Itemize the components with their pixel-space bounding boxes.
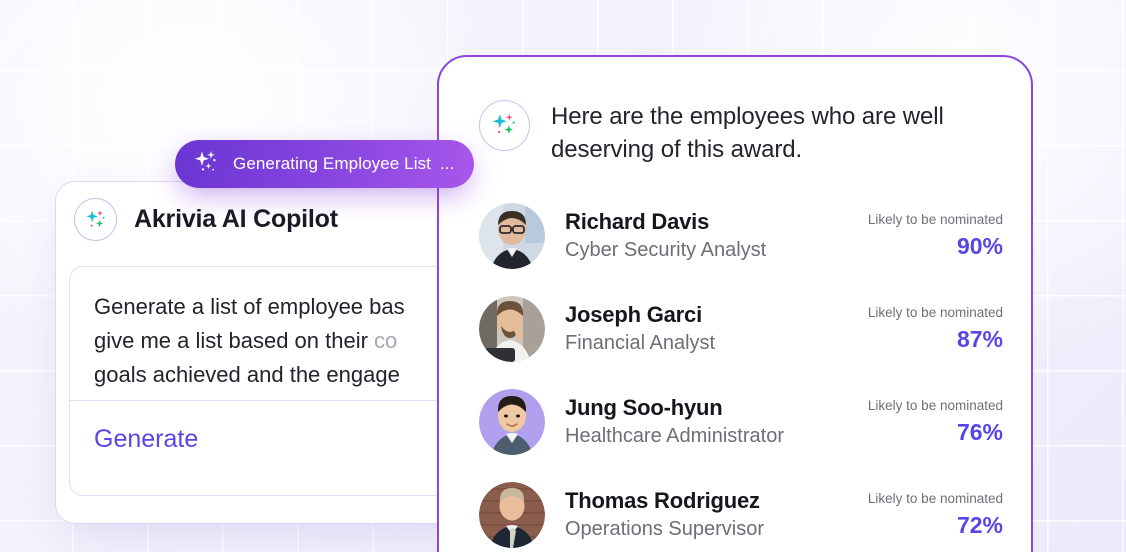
employee-info: Joseph Garci Financial Analyst	[565, 301, 823, 357]
sparkle-icon	[479, 100, 530, 151]
list-item[interactable]: Richard Davis Cyber Security Analyst Lik…	[439, 189, 1031, 282]
employee-role: Healthcare Administrator	[565, 424, 784, 447]
page-title: Akrivia AI Copilot	[134, 205, 338, 233]
employee-name: Jung Soo-hyun	[565, 394, 723, 420]
employee-name: Joseph Garci	[565, 301, 702, 327]
score-value: 72%	[956, 511, 1003, 538]
score-value: 76%	[956, 418, 1003, 445]
generate-button[interactable]: Generate	[94, 425, 198, 454]
employee-role: Financial Analyst	[565, 331, 716, 354]
employee-score: Likely to be nominated 76%	[823, 397, 1003, 447]
score-label: Likely to be nominated	[867, 211, 1003, 227]
screenshot-stage: Akrivia AI Copilot Generate a list of em…	[0, 0, 1126, 552]
employee-name: Thomas Rodriguez	[565, 487, 760, 513]
prompt-line-2-dim: co	[374, 328, 398, 353]
avatar	[479, 481, 545, 548]
prompt-line-2: give me a list based on their	[94, 328, 375, 353]
score-label: Likely to be nominated	[867, 304, 1003, 320]
list-item[interactable]: Jung Soo-hyun Healthcare Administrator L…	[439, 375, 1031, 468]
avatar	[479, 295, 545, 362]
prompt-line-3: goals achieved and the engage	[94, 362, 400, 387]
score-label: Likely to be nominated	[867, 397, 1003, 413]
pill-ellipsis: ...	[440, 154, 455, 173]
score-value: 87%	[956, 325, 1003, 352]
employee-info: Richard Davis Cyber Security Analyst	[565, 208, 823, 264]
sparkle-icon	[74, 198, 117, 241]
answer-text: Here are the employees who are well dese…	[551, 103, 944, 163]
avatar	[479, 388, 545, 455]
avatar	[479, 202, 545, 269]
employee-score: Likely to be nominated 87%	[823, 304, 1003, 354]
employee-score: Likely to be nominated 72%	[823, 490, 1003, 540]
employee-name: Richard Davis	[565, 208, 710, 234]
sparkle-icon	[192, 148, 220, 181]
pill-label: Generating Employee List	[233, 154, 432, 173]
employee-role: Cyber Security Analyst	[565, 238, 767, 261]
employee-score: Likely to be nominated 90%	[823, 211, 1003, 261]
score-value: 90%	[956, 232, 1003, 259]
employee-info: Thomas Rodriguez Operations Supervisor	[565, 487, 823, 543]
score-label: Likely to be nominated	[867, 490, 1003, 506]
list-item[interactable]: Thomas Rodriguez Operations Supervisor L…	[439, 468, 1031, 552]
prompt-line-1: Generate a list of employee bas	[94, 294, 405, 319]
results-card: Here are the employees who are well dese…	[437, 55, 1033, 552]
generating-status-pill: Generating Employee List ...	[175, 140, 475, 188]
list-item[interactable]: Joseph Garci Financial Analyst Likely to…	[439, 282, 1031, 375]
employee-role: Operations Supervisor	[565, 517, 764, 540]
answer-header: Here are the employees who are well dese…	[439, 57, 1031, 166]
employee-info: Jung Soo-hyun Healthcare Administrator	[565, 394, 823, 450]
employee-list: Richard Davis Cyber Security Analyst Lik…	[439, 166, 1031, 552]
